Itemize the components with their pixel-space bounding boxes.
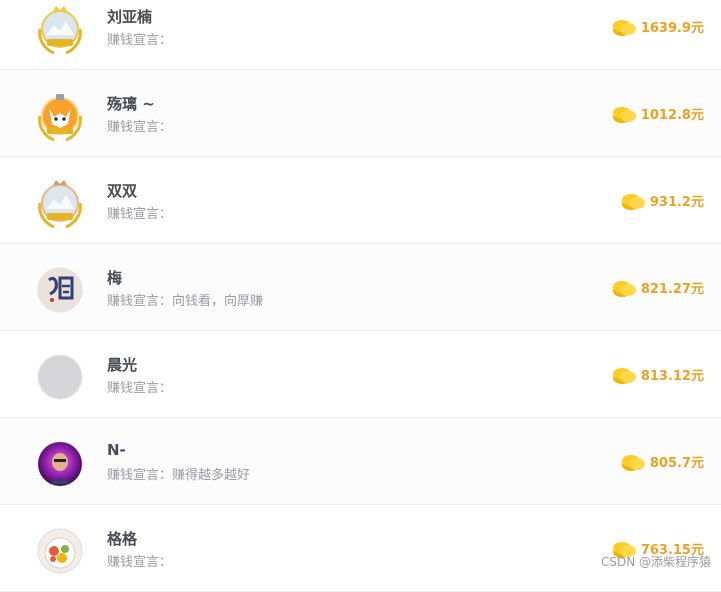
- coin-stack-icon: [612, 368, 636, 384]
- list-item[interactable]: 双双 赚钱宣言： 931.2元: [0, 157, 721, 244]
- list-item[interactable]: N- 赚钱宣言：赚得越多越好 805.7元: [0, 418, 721, 505]
- food-photo-avatar-icon: [32, 525, 88, 581]
- earnings-amount: 1012.8元: [611, 102, 704, 124]
- user-name: 格格: [107, 530, 138, 548]
- list-item[interactable]: 刘亚楠 赚钱宣言： 1639.9元: [0, 0, 721, 70]
- coin-stack-icon: [612, 281, 636, 297]
- user-name: 刘亚楠: [107, 8, 153, 26]
- user-slogan: 赚钱宣言：: [107, 120, 173, 135]
- user-slogan: 赚钱宣言：赚得越多越好: [107, 468, 251, 483]
- user-name: N-: [107, 441, 126, 459]
- list-item[interactable]: 殇璃 ~ 赚钱宣言： 1012.8元: [0, 70, 721, 157]
- gold-crown-laurel-badge-icon: [32, 3, 88, 59]
- photo-avatar-icon: [32, 438, 88, 494]
- user-slogan: 赚钱宣言：: [107, 207, 173, 222]
- watermark: CSDN @添柴程序猿: [600, 555, 711, 569]
- ranking-list: 刘亚楠 赚钱宣言： 1639.9元 殇璃 ~ 赚钱宣言： 1012.8元 双双 …: [0, 0, 721, 592]
- list-item[interactable]: 格格 赚钱宣言： 763.15元: [0, 505, 721, 592]
- coin-stack-icon: [612, 20, 636, 36]
- user-slogan: 赚钱宣言：向钱看，向厚赚: [107, 294, 264, 309]
- earnings-amount: 821.27元: [611, 276, 704, 298]
- user-name: 晨光: [107, 356, 138, 374]
- user-name: 双双: [107, 182, 138, 200]
- earnings-amount: 1639.9元: [611, 15, 704, 37]
- earnings-amount: 931.2元: [620, 189, 704, 211]
- silver-crown-fox-badge-icon: [32, 90, 88, 146]
- earnings-amount: 813.12元: [611, 363, 704, 385]
- bronze-crown-laurel-badge-icon: [32, 177, 88, 233]
- user-name: 梅: [107, 269, 123, 287]
- coin-stack-icon: [621, 194, 645, 210]
- blank-avatar-icon: [32, 351, 88, 407]
- list-item[interactable]: 梅 赚钱宣言：向钱看，向厚赚 821.27元: [0, 244, 721, 331]
- calligraphy-avatar-icon: [32, 264, 88, 320]
- user-name: 殇璃 ~: [107, 95, 155, 113]
- coin-stack-icon: [612, 107, 636, 123]
- earnings-amount: 805.7元: [620, 450, 704, 472]
- coin-stack-icon: [621, 455, 645, 471]
- user-slogan: 赚钱宣言：: [107, 555, 173, 570]
- user-slogan: 赚钱宣言：: [107, 381, 173, 396]
- user-slogan: 赚钱宣言：: [107, 33, 173, 48]
- list-item[interactable]: 晨光 赚钱宣言： 813.12元: [0, 331, 721, 418]
